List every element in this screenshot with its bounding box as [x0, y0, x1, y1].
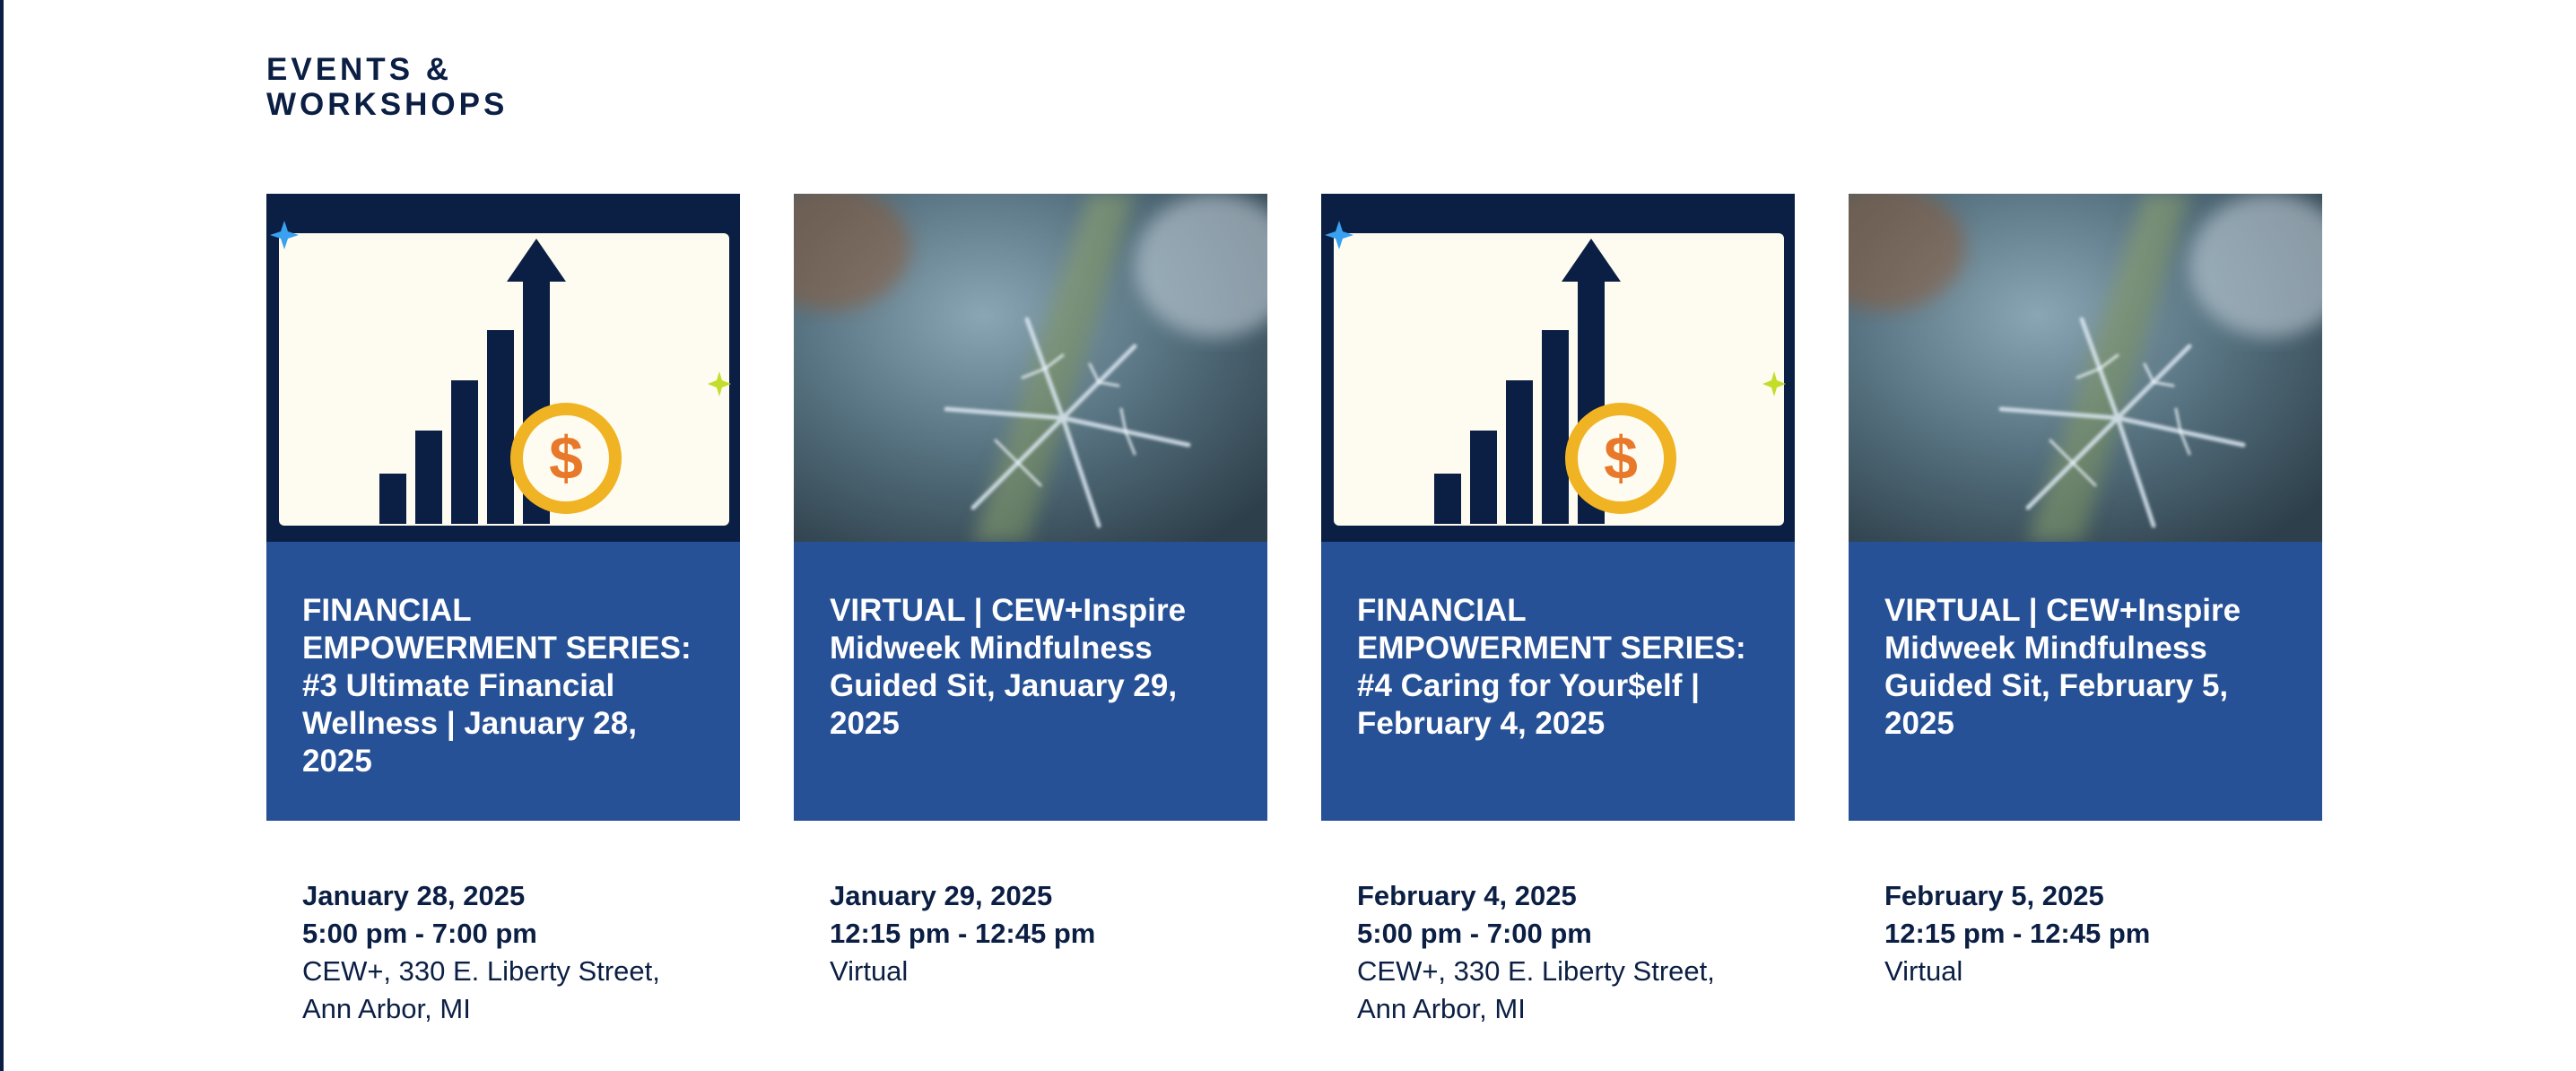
event-location-line2: Ann Arbor, MI [302, 993, 471, 1024]
event-time: 12:15 pm - 12:45 pm [1884, 918, 2151, 949]
event-title-box[interactable]: VIRTUAL | CEW+Inspire Midweek Mindfulnes… [1849, 542, 2322, 821]
event-time: 12:15 pm - 12:45 pm [830, 918, 1096, 949]
event-time: 5:00 pm - 7:00 pm [302, 918, 537, 949]
section-heading-line1: EVENTS & [266, 52, 453, 87]
financial-growth-chart-icon: $ [1321, 194, 1795, 542]
event-date: February 5, 2025 [1884, 880, 2104, 911]
event-title-link[interactable]: FINANCIAL EMPOWERMENT SERIES: #3 Ultimat… [302, 592, 706, 780]
event-title-box[interactable]: FINANCIAL EMPOWERMENT SERIES: #4 Caring … [1321, 542, 1795, 821]
event-details: January 28, 2025 5:00 pm - 7:00 pm CEW+,… [302, 877, 724, 1028]
event-details: January 29, 2025 12:15 pm - 12:45 pm Vir… [830, 877, 1251, 990]
event-title-box[interactable]: VIRTUAL | CEW+Inspire Midweek Mindfulnes… [794, 542, 1267, 821]
event-location-line1: Virtual [830, 955, 909, 987]
snowflake-photo [1849, 194, 2322, 542]
event-title-link[interactable]: VIRTUAL | CEW+Inspire Midweek Mindfulnes… [1884, 592, 2288, 743]
event-location-line1: Virtual [1884, 955, 1963, 987]
page-left-border [0, 0, 4, 1071]
section-heading: EVENTS & WORKSHOPS [266, 52, 508, 122]
event-location-line2: Ann Arbor, MI [1357, 993, 1526, 1024]
event-image[interactable] [794, 194, 1267, 542]
financial-growth-chart-icon: $ [266, 194, 740, 542]
event-date: February 4, 2025 [1357, 880, 1577, 911]
event-details: February 4, 2025 5:00 pm - 7:00 pm CEW+,… [1357, 877, 1779, 1028]
event-date: January 29, 2025 [830, 880, 1053, 911]
svg-text:$: $ [1604, 424, 1638, 492]
event-image[interactable]: $ [1321, 194, 1795, 542]
event-image[interactable]: $ [266, 194, 740, 542]
event-image[interactable] [1849, 194, 2322, 542]
section-heading-line2: WORKSHOPS [266, 87, 509, 122]
event-location-line1: CEW+, 330 E. Liberty Street, [302, 955, 660, 987]
event-title-link[interactable]: VIRTUAL | CEW+Inspire Midweek Mindfulnes… [830, 592, 1233, 743]
snowflake-photo [794, 194, 1267, 542]
event-location-line1: CEW+, 330 E. Liberty Street, [1357, 955, 1715, 987]
event-title-link[interactable]: FINANCIAL EMPOWERMENT SERIES: #4 Caring … [1357, 592, 1761, 743]
event-title-box[interactable]: FINANCIAL EMPOWERMENT SERIES: #3 Ultimat… [266, 542, 740, 821]
event-date: January 28, 2025 [302, 880, 526, 911]
svg-text:$: $ [549, 424, 583, 492]
event-time: 5:00 pm - 7:00 pm [1357, 918, 1592, 949]
event-details: February 5, 2025 12:15 pm - 12:45 pm Vir… [1884, 877, 2306, 990]
